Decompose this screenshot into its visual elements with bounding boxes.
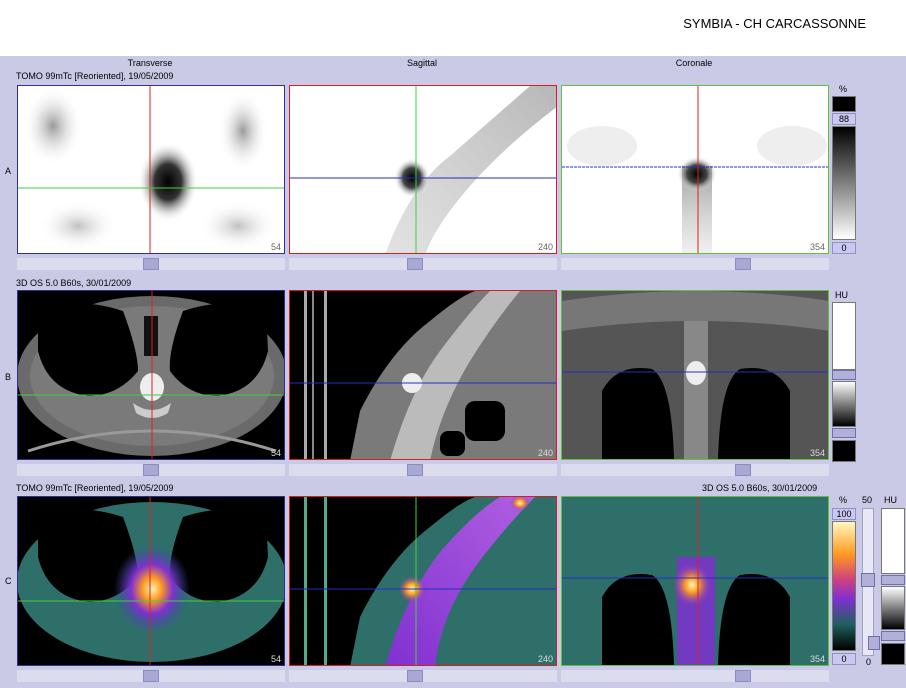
title-bar: SYMBIA - CH CARCASSONNE <box>0 0 906 56</box>
ct-transverse-image <box>18 291 284 459</box>
colorbar-b-upper-handle[interactable] <box>832 370 856 380</box>
row-letter-b: B <box>5 372 12 382</box>
colorbar-c-ct-top <box>881 508 905 574</box>
spect-transverse-image <box>18 86 284 253</box>
slice-number: 240 <box>537 448 553 458</box>
colorbar-c-ct-lower-handle[interactable] <box>881 631 905 641</box>
scrollbar-c-coronal[interactable] <box>561 670 829 682</box>
scroll-thumb[interactable] <box>735 670 751 682</box>
scrollbar-a-sagittal[interactable] <box>289 258 557 270</box>
scrollbar-b-coronal[interactable] <box>561 464 829 476</box>
scrollbar-c-sagittal[interactable] <box>289 670 557 682</box>
row-a-caption: TOMO 99mTc [Reoriented], 19/05/2009 <box>16 71 174 81</box>
row-letter-a: A <box>5 166 12 176</box>
colorbar-a-unit: % <box>839 84 848 94</box>
viewport-a-transverse[interactable]: 54 <box>17 85 285 254</box>
colorbar-c-pet-gradient <box>832 521 856 651</box>
scroll-thumb[interactable] <box>407 670 423 682</box>
slice-number: 354 <box>809 242 825 252</box>
scroll-thumb[interactable] <box>143 258 159 270</box>
colorbar-a-cap <box>832 96 856 112</box>
scrollbar-a-coronal[interactable] <box>561 258 829 270</box>
ct-sagittal-image <box>290 291 556 459</box>
scroll-thumb[interactable] <box>735 464 751 476</box>
slice-number: 354 <box>809 448 825 458</box>
slice-number: 354 <box>809 654 825 664</box>
colorbar-a-max[interactable]: 88 <box>832 113 856 125</box>
colorbar-b-gradient <box>832 381 856 427</box>
scrollbar-c-transverse[interactable] <box>17 670 285 682</box>
fusion-blend-handle[interactable] <box>861 573 875 587</box>
viewport-b-transverse[interactable]: 54 <box>17 290 285 460</box>
fusion-transverse-image <box>18 497 284 665</box>
fusion-blend-slider[interactable] <box>861 508 875 656</box>
colorbar-b-unit: HU <box>835 290 848 300</box>
row-b-caption: 3D OS 5.0 B60s, 30/01/2009 <box>16 278 132 288</box>
fusion-secondary-handle[interactable] <box>868 636 880 650</box>
fusion-slider-min: 0 <box>866 657 872 667</box>
colorbar-c-max[interactable]: 100 <box>832 508 856 520</box>
spect-coronal-image <box>562 86 828 253</box>
fusion-coronal-image <box>562 497 828 665</box>
column-header-sagittal: Sagittal <box>406 58 438 68</box>
colorbar-c-ct-upper-handle[interactable] <box>881 575 905 585</box>
site-title: SYMBIA - CH CARCASSONNE <box>683 16 866 31</box>
colorbar-c-min[interactable]: 0 <box>832 653 856 665</box>
colorbar-c-pct-unit: % <box>839 495 848 505</box>
viewport-b-coronal[interactable]: 354 <box>561 290 829 460</box>
row-c-caption-left: TOMO 99mTc [Reoriented], 19/05/2009 <box>16 483 174 493</box>
colorbar-c-hu-unit: HU <box>884 495 897 505</box>
scroll-thumb[interactable] <box>143 670 159 682</box>
colorbar-b-lower-handle[interactable] <box>832 428 856 438</box>
viewport-b-sagittal[interactable]: 240 <box>289 290 557 460</box>
colorbar-b-top <box>832 302 856 370</box>
scroll-thumb[interactable] <box>735 258 751 270</box>
column-header-coronal: Coronale <box>675 58 713 68</box>
scrollbar-a-transverse[interactable] <box>17 258 285 270</box>
slice-number: 54 <box>270 654 281 664</box>
scroll-thumb[interactable] <box>143 464 159 476</box>
colorbar-c-ct-gradient <box>881 586 905 630</box>
viewport-c-coronal[interactable]: 354 <box>561 496 829 666</box>
colorbar-a-gradient <box>832 126 856 240</box>
fusion-slider-max: 50 <box>862 495 873 505</box>
colorbar-a-min[interactable]: 0 <box>832 242 856 254</box>
row-c-caption-right: 3D OS 5.0 B60s, 30/01/2009 <box>702 483 818 493</box>
ct-coronal-image <box>562 291 828 459</box>
column-header-transverse: Transverse <box>127 58 173 68</box>
viewport-c-transverse[interactable]: 54 <box>17 496 285 666</box>
slice-number: 54 <box>270 448 281 458</box>
slice-number: 240 <box>537 242 553 252</box>
scrollbar-b-sagittal[interactable] <box>289 464 557 476</box>
scroll-thumb[interactable] <box>407 258 423 270</box>
viewport-a-coronal[interactable]: 354 <box>561 85 829 254</box>
viewport-c-sagittal[interactable]: 240 <box>289 496 557 666</box>
scroll-thumb[interactable] <box>407 464 423 476</box>
fusion-sagittal-image <box>290 497 556 665</box>
slice-number: 54 <box>270 242 281 252</box>
spect-sagittal-image <box>290 86 556 253</box>
row-letter-c: C <box>5 576 12 586</box>
colorbar-c-ct-bottom <box>881 643 905 665</box>
viewport-a-sagittal[interactable]: 240 <box>289 85 557 254</box>
scrollbar-b-transverse[interactable] <box>17 464 285 476</box>
colorbar-b-bottom <box>832 440 856 462</box>
slice-number: 240 <box>537 654 553 664</box>
